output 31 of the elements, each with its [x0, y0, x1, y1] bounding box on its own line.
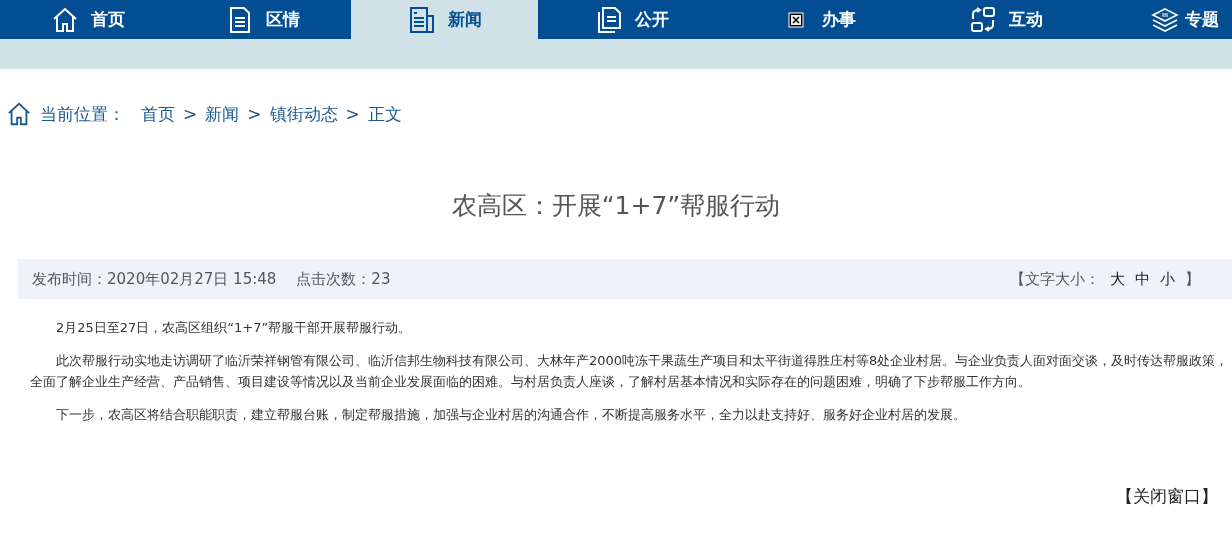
breadcrumb-link[interactable]: 新闻	[205, 102, 240, 126]
breadcrumb-separator: >	[345, 104, 360, 124]
font-size-link[interactable]: 大	[1110, 269, 1125, 289]
breadcrumb-link[interactable]: 镇街动态	[269, 102, 338, 126]
nav-tab[interactable]: 新闻	[351, 0, 538, 39]
breadcrumb-separator: >	[247, 104, 262, 124]
breadcrumb-link[interactable]: 正文	[367, 102, 402, 126]
font-size-label: 【文字大小：	[1010, 269, 1100, 289]
click-count: 点击次数：23	[296, 269, 391, 289]
nav-tab[interactable]: 专题	[1099, 0, 1232, 39]
location-label: 当前位置：	[40, 102, 125, 126]
close-window-link[interactable]: 【关闭窗口】	[1116, 485, 1218, 508]
layers-icon	[1151, 5, 1179, 34]
font-size-link[interactable]: 小	[1160, 269, 1175, 289]
breadcrumb-separator: >	[183, 104, 198, 124]
article-title: 农高区：开展“1+7”帮服行动	[450, 190, 782, 222]
paragraph: 2月25日至27日，农高区组织“1+7”帮服干部开展帮服行动。	[55, 319, 413, 337]
nav-tab[interactable]: 公开	[538, 0, 725, 39]
nav-tab[interactable]: 区情	[175, 0, 351, 39]
newspaper-icon	[407, 5, 436, 34]
breadcrumb-link[interactable]: 首页	[141, 102, 175, 126]
nav-tab[interactable]: 首页	[0, 0, 175, 39]
home-icon	[6, 101, 32, 127]
bracket-text: 】	[1185, 269, 1200, 289]
paragraph: 下一步，农高区将结合职能职责，建立帮服台账，制定帮服措施，加强与企业村居的沟通合作，不断提高服务水平，全力以赴支持好、服务好企业村居的发展。	[55, 406, 967, 424]
font-size-link[interactable]: 中	[1135, 269, 1150, 289]
exchange-icon	[968, 5, 997, 34]
nav-tab[interactable]: 办事	[725, 0, 912, 39]
publish-time: 发布时间：2020年02月27日 15:48	[32, 269, 277, 289]
paragraph: 此次帮服行动实地走访调研了临沂荣祥钢管有限公司、临沂信邦生物科技有限公司、大林年产2000吨冻干果蔬生产项目和太平街道得胜庄村等8处企业村居。与企业负责人面对面交谈，及时传达帮服政策，全面了解企业生产经营、产品销售、项目建设等情况以及当前企业发展面临的困难。与村居负责人座谈，了解村居基本情况和实际存在的问题困难，明确了下步帮服工作方向。	[30, 352, 1230, 391]
nav-tab[interactable]: 互动	[912, 0, 1099, 39]
